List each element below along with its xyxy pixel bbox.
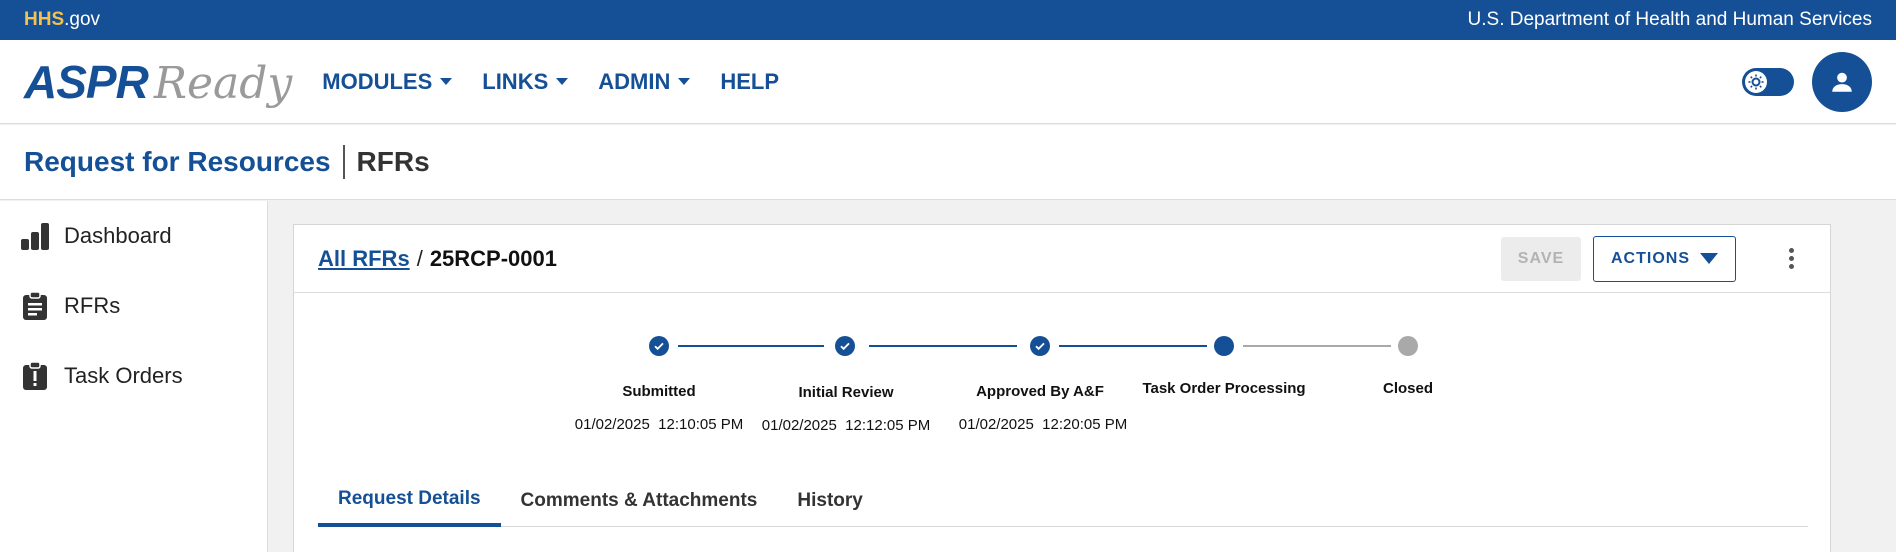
alert-clipboard-icon [23,361,47,390]
check-icon [654,342,664,351]
step-date-submitted: 01/02/2025 12:10:05 PM [574,416,744,433]
gov-banner: HHS.gov U.S. Department of Health and Hu… [0,0,1896,40]
step-dot-approved [1030,336,1050,356]
sidebar-item-dashboard[interactable]: Dashboard [0,201,267,271]
main-navbar: ASPR Ready MODULES LINKS ADMIN HELP [0,40,1896,124]
check-icon [840,342,850,351]
nav-modules-label: MODULES [322,68,433,94]
breadcrumb-separator: / [416,245,423,271]
header-actions: SAVE ACTIONS [1501,235,1806,282]
nav-links[interactable]: LINKS [482,68,569,95]
caret-down-icon [440,78,453,85]
sidebar-item-rfrs[interactable]: RFRs [0,271,267,341]
more-options-icon[interactable] [1776,244,1806,274]
step-date-initial-review: 01/02/2025 12:12:05 PM [761,417,931,434]
breadcrumb-all-rfrs[interactable]: All RFRs [318,246,410,272]
save-button[interactable]: SAVE [1501,236,1581,281]
nav-admin-label: ADMIN [598,68,671,94]
detail-tabs: Request Details Comments & Attachments H… [318,475,1808,527]
nav-help-label: HELP [720,68,780,94]
tab-history[interactable]: History [777,475,882,527]
agency-suffix: .gov [64,9,101,30]
logo-aspr-text: ASPR [24,55,149,108]
step-connector [678,345,824,347]
tab-request-details[interactable]: Request Details [318,475,501,527]
step-connector [869,345,1017,347]
step-dot-closed [1398,336,1418,356]
nav-menu: MODULES LINKS ADMIN HELP [322,69,779,95]
page-header: Request for Resources RFRs [0,125,1896,200]
sidebar: Dashboard RFRs Task Orders [0,201,268,552]
actions-label: ACTIONS [1611,249,1690,267]
check-icon [1035,342,1045,351]
sidebar-item-label: Task Orders [64,363,183,388]
nav-links-label: LINKS [482,68,549,94]
step-dot-submitted [649,336,669,356]
step-label-initial-review: Initial Review [798,384,894,401]
bar-chart-icon [21,223,49,250]
step-connector [1059,345,1207,347]
logo-ready-text: Ready [153,57,293,109]
card-header: All RFRs / 25RCP-0001 SAVE ACTIONS [294,225,1830,293]
theme-toggle[interactable] [1742,67,1794,96]
rfr-detail-card: All RFRs / 25RCP-0001 SAVE ACTIONS Submi… [293,224,1831,552]
tab-comments-attachments[interactable]: Comments & Attachments [501,475,778,527]
triangle-down-icon [1700,253,1718,264]
actions-dropdown-button[interactable]: ACTIONS [1593,235,1736,282]
page-subtitle: RFRs [356,146,430,177]
caret-down-icon [678,78,691,85]
nav-admin[interactable]: ADMIN [598,68,691,95]
step-label-submitted: Submitted [622,383,696,400]
step-connector [1243,345,1391,347]
step-dot-initial-review [835,336,855,356]
hhs-gov-link[interactable]: HHS.gov [24,9,100,31]
step-label-approved: Approved By A&F [976,383,1104,400]
sidebar-item-label: RFRs [64,293,121,318]
nav-right [1742,51,1872,112]
nav-modules[interactable]: MODULES [322,68,453,95]
agency-bold: HHS [24,9,65,30]
sun-icon [1745,70,1767,93]
sidebar-item-task-orders[interactable]: Task Orders [0,341,267,411]
sidebar-item-label: Dashboard [64,223,172,248]
step-dot-task-order-processing [1214,336,1234,356]
clipboard-icon [23,291,47,320]
breadcrumb-current-id: 25RCP-0001 [429,245,557,271]
step-label-task-order-processing: Task Order Processing [1142,380,1306,397]
page-title[interactable]: Request for Resources [24,145,345,179]
user-icon [1832,72,1852,92]
step-label-closed: Closed [1382,380,1433,397]
nav-help[interactable]: HELP [720,69,779,95]
department-name: U.S. Department of Health and Human Serv… [1467,9,1872,30]
aspr-ready-logo[interactable]: ASPR Ready [24,55,292,109]
user-avatar-button[interactable] [1812,51,1872,112]
step-date-approved: 01/02/2025 12:20:05 PM [958,416,1128,433]
caret-down-icon [556,78,569,85]
status-stepper: Submitted Initial Review Approved By A&F… [294,293,1832,443]
